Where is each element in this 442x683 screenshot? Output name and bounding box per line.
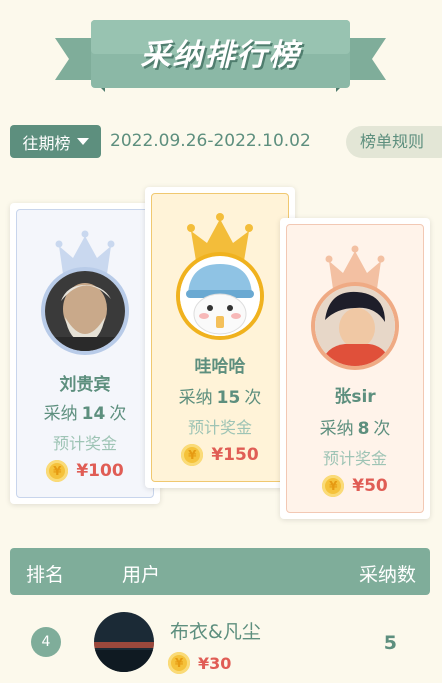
period-dropdown[interactable]: 往期榜 (10, 125, 101, 158)
rank-badge: 4 (31, 627, 61, 657)
row-prize: ¥ ¥30 (168, 652, 231, 674)
header-count: 采纳数 (358, 564, 416, 586)
avatar (94, 612, 154, 672)
podium-count: 采纳 8 次 (319, 419, 391, 439)
table-header: 排名 用户 采纳数 (10, 548, 430, 595)
row-name: 布衣&凡尘 (170, 621, 261, 643)
coin-icon: ¥ (181, 444, 204, 466)
row-count: 5 (383, 632, 397, 654)
coin-icon: ¥ (322, 475, 345, 497)
coin-icon: ¥ (46, 460, 69, 482)
podium-card-rank-3[interactable]: 张sir 采纳 8 次 预计奖金 ¥ ¥50 (280, 218, 430, 519)
prize: ¥ ¥100 (10, 460, 160, 482)
coin-icon: ¥ (168, 652, 190, 674)
podium-card-rank-1[interactable]: 哇哈哈 采纳 15 次 预计奖金 ¥ ¥150 (145, 187, 295, 488)
header-rank: 排名 (26, 564, 65, 586)
prize-label: 预计奖金 (187, 418, 252, 437)
podium-count: 采纳 14 次 (43, 404, 127, 424)
banner: 采纳排行榜 (55, 18, 386, 100)
rules-button[interactable]: 榜单规则 (346, 126, 442, 158)
podium-name: 哇哈哈 (194, 357, 246, 377)
page-title: 采纳排行榜 (140, 38, 301, 73)
podium-card-rank-2[interactable]: 刘贵宾 采纳 14 次 预计奖金 ¥ ¥100 (10, 203, 160, 504)
header-user: 用户 (122, 564, 161, 586)
avatar (176, 252, 264, 340)
period-label: 往期榜 (22, 133, 71, 153)
prize-label: 预计奖金 (322, 449, 387, 468)
podium-name: 刘贵宾 (59, 375, 111, 395)
avatar (41, 267, 129, 355)
avatar (311, 282, 399, 370)
caret-down-icon (76, 138, 89, 145)
table-row[interactable]: 4 布衣&凡尘 ¥ ¥30 5 (10, 605, 430, 683)
podium-name: 张sir (334, 387, 376, 407)
date-range: 2022.09.26-2022.10.02 (110, 131, 311, 151)
prize: ¥ ¥50 (280, 475, 430, 497)
prize-label: 预计奖金 (52, 434, 117, 453)
prize: ¥ ¥150 (145, 444, 295, 466)
podium-count: 采纳 15 次 (178, 388, 262, 408)
